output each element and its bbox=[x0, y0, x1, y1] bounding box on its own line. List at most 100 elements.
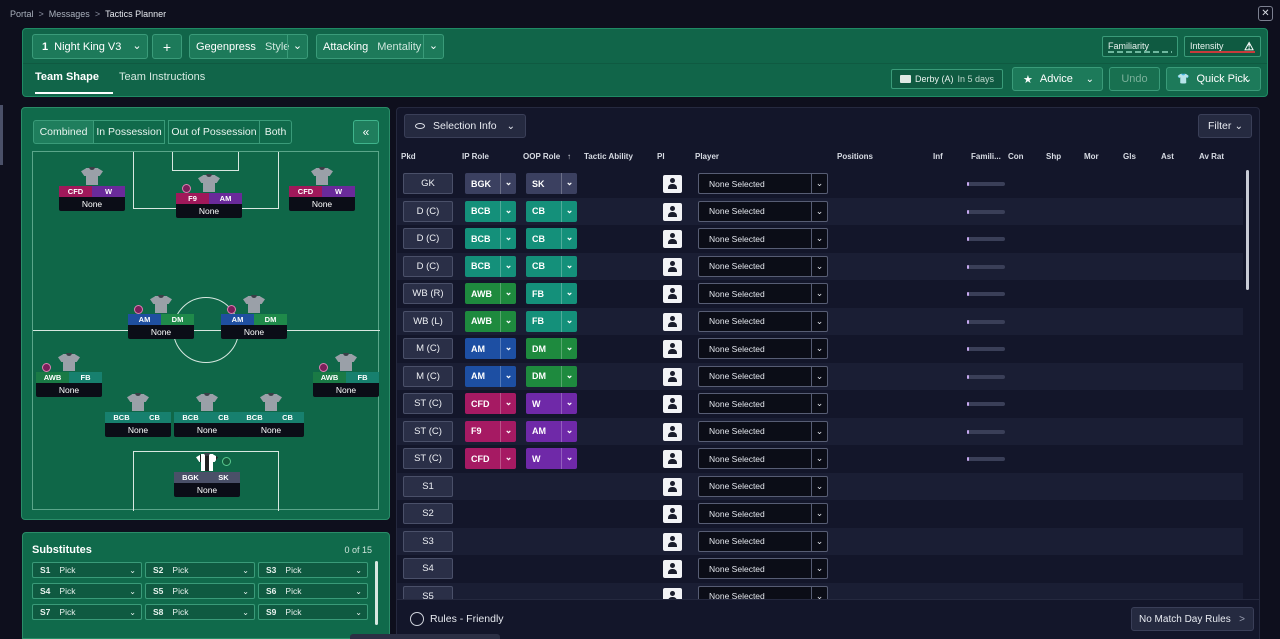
oop-role-select[interactable]: DM ⌄ bbox=[526, 365, 577, 387]
oop-role-select[interactable]: W ⌄ bbox=[526, 393, 577, 414]
position-slot[interactable]: S2 bbox=[403, 503, 453, 524]
header-ast[interactable]: Ast bbox=[1161, 152, 1174, 161]
ip-role-select[interactable]: AM ⌄ bbox=[465, 365, 516, 387]
player-instructions-icon[interactable] bbox=[663, 340, 682, 358]
close-icon[interactable]: ✕ bbox=[1258, 6, 1273, 21]
player-select[interactable]: None Selected ⌄ bbox=[698, 475, 828, 497]
ip-role-select[interactable]: AM ⌄ bbox=[465, 338, 516, 359]
advice-button[interactable]: ★ Advice ⌄ bbox=[1012, 67, 1103, 91]
oop-role-select[interactable]: CB ⌄ bbox=[526, 228, 577, 249]
breadcrumb-portal[interactable]: Portal bbox=[10, 9, 34, 19]
ip-role-select[interactable]: AWB ⌄ bbox=[465, 310, 516, 332]
substitute-slot-s2[interactable]: S2 Pick ⌄ bbox=[145, 562, 255, 578]
substitute-slot-s8[interactable]: S8 Pick ⌄ bbox=[145, 604, 255, 620]
header-shp[interactable]: Shp bbox=[1046, 152, 1061, 161]
player-select[interactable]: None Selected ⌄ bbox=[698, 530, 828, 552]
ip-role-select[interactable]: BCB ⌄ bbox=[465, 200, 516, 222]
player-instructions-icon[interactable] bbox=[663, 505, 682, 523]
position-slot[interactable]: WB (L) bbox=[403, 310, 453, 332]
header-av-rat[interactable]: Av Rat bbox=[1199, 152, 1224, 161]
ip-role-select[interactable]: BGK ⌄ bbox=[465, 173, 516, 194]
next-fixture[interactable]: Derby (A) In 5 days bbox=[891, 69, 1003, 89]
mentality-selector[interactable]: Attacking Mentality ⌄ bbox=[316, 34, 444, 59]
segment-out-of-possession[interactable]: Out of Possession bbox=[168, 120, 260, 144]
oop-role-select[interactable]: CB ⌄ bbox=[526, 200, 577, 222]
left-edge-handle[interactable] bbox=[0, 105, 3, 165]
oop-role-select[interactable]: W ⌄ bbox=[526, 448, 577, 469]
player-select[interactable]: None Selected ⌄ bbox=[698, 420, 828, 442]
player-select[interactable]: None Selected ⌄ bbox=[698, 283, 828, 304]
position-slot[interactable]: D (C) bbox=[403, 200, 453, 222]
player-instructions-icon[interactable] bbox=[663, 477, 682, 496]
player-select[interactable]: None Selected ⌄ bbox=[698, 255, 828, 277]
collapse-panel-icon[interactable]: « bbox=[353, 120, 379, 144]
header-gls[interactable]: Gls bbox=[1123, 152, 1136, 161]
player-select[interactable]: None Selected ⌄ bbox=[698, 365, 828, 387]
segment-combined[interactable]: Combined bbox=[33, 120, 94, 144]
position-slot[interactable]: M (C) bbox=[403, 365, 453, 387]
player-select[interactable]: None Selected ⌄ bbox=[698, 200, 828, 222]
player-select[interactable]: None Selected ⌄ bbox=[698, 338, 828, 359]
ip-role-select[interactable]: BCB ⌄ bbox=[465, 228, 516, 249]
rules-indicator[interactable]: Rules - Friendly bbox=[410, 612, 504, 626]
sort-ascending-icon[interactable]: ↑ bbox=[567, 152, 571, 161]
position-slot[interactable]: S4 bbox=[403, 558, 453, 579]
player-instructions-icon[interactable] bbox=[663, 312, 682, 331]
player-instructions-icon[interactable] bbox=[663, 532, 682, 551]
position-slot[interactable]: S3 bbox=[403, 530, 453, 552]
oop-role-select[interactable]: CB ⌄ bbox=[526, 255, 577, 277]
add-tactic-button[interactable]: + bbox=[152, 34, 182, 59]
player-select[interactable]: None Selected ⌄ bbox=[698, 228, 828, 249]
oop-role-select[interactable]: AM ⌄ bbox=[526, 420, 577, 442]
header-positions[interactable]: Positions bbox=[837, 152, 873, 161]
substitute-slot-s5[interactable]: S5 Pick ⌄ bbox=[145, 583, 255, 599]
filter-dropdown[interactable]: Filter ⌄ bbox=[1198, 114, 1252, 138]
scrollbar[interactable] bbox=[1246, 170, 1249, 290]
player-instructions-icon[interactable] bbox=[663, 560, 682, 578]
segment-both[interactable]: Both bbox=[259, 120, 292, 144]
oop-role-select[interactable]: SK ⌄ bbox=[526, 173, 577, 194]
header-ip-role[interactable]: IP Role bbox=[462, 152, 489, 161]
substitute-slot-s7[interactable]: S7 Pick ⌄ bbox=[32, 604, 142, 620]
tab-team-instructions[interactable]: Team Instructions bbox=[119, 71, 205, 83]
header-tactic-ability[interactable]: Tactic Ability bbox=[584, 152, 633, 161]
style-selector[interactable]: Gegenpress Style ⌄ bbox=[189, 34, 308, 59]
player-instructions-icon[interactable] bbox=[663, 230, 682, 248]
player-select[interactable]: None Selected ⌄ bbox=[698, 310, 828, 332]
segment-in-possession[interactable]: In Possession bbox=[93, 120, 165, 144]
player-instructions-icon[interactable] bbox=[663, 285, 682, 303]
player-instructions-icon[interactable] bbox=[663, 422, 682, 441]
oop-role-select[interactable]: FB ⌄ bbox=[526, 310, 577, 332]
position-slot[interactable]: D (C) bbox=[403, 255, 453, 277]
position-slot[interactable]: ST (C) bbox=[403, 448, 453, 469]
player-select[interactable]: None Selected ⌄ bbox=[698, 558, 828, 579]
position-slot[interactable]: M (C) bbox=[403, 338, 453, 359]
player-instructions-icon[interactable] bbox=[663, 450, 682, 468]
substitute-slot-s3[interactable]: S3 Pick ⌄ bbox=[258, 562, 368, 578]
header-oop-role[interactable]: OOP Role bbox=[523, 152, 560, 161]
ip-role-select[interactable]: CFD ⌄ bbox=[465, 448, 516, 469]
player-instructions-icon[interactable] bbox=[663, 367, 682, 386]
scrollbar[interactable] bbox=[375, 561, 378, 625]
header-con[interactable]: Con bbox=[1008, 152, 1024, 161]
selection-info-dropdown[interactable]: Selection Info ⌄ bbox=[404, 114, 526, 138]
player-instructions-icon[interactable] bbox=[663, 175, 682, 193]
substitute-slot-s4[interactable]: S4 Pick ⌄ bbox=[32, 583, 142, 599]
tab-team-shape[interactable]: Team Shape bbox=[35, 71, 99, 83]
substitute-slot-s1[interactable]: S1 Pick ⌄ bbox=[32, 562, 142, 578]
player-instructions-icon[interactable] bbox=[663, 202, 682, 221]
position-slot[interactable]: GK bbox=[403, 173, 453, 194]
header-inf[interactable]: Inf bbox=[933, 152, 943, 161]
player-select[interactable]: None Selected ⌄ bbox=[698, 503, 828, 524]
player-select[interactable]: None Selected ⌄ bbox=[698, 448, 828, 469]
intensity-meter[interactable]: Intensity ⚠ bbox=[1184, 36, 1261, 57]
header-pi[interactable]: PI bbox=[657, 152, 665, 161]
header-familiarity[interactable]: Famili... bbox=[971, 152, 1001, 161]
position-slot[interactable]: ST (C) bbox=[403, 393, 453, 414]
position-slot[interactable]: S1 bbox=[403, 475, 453, 497]
ip-role-select[interactable]: CFD ⌄ bbox=[465, 393, 516, 414]
oop-role-select[interactable]: DM ⌄ bbox=[526, 338, 577, 359]
player-select[interactable]: None Selected ⌄ bbox=[698, 393, 828, 414]
match-day-rules-button[interactable]: No Match Day Rules > bbox=[1131, 607, 1254, 631]
ip-role-select[interactable]: BCB ⌄ bbox=[465, 255, 516, 277]
